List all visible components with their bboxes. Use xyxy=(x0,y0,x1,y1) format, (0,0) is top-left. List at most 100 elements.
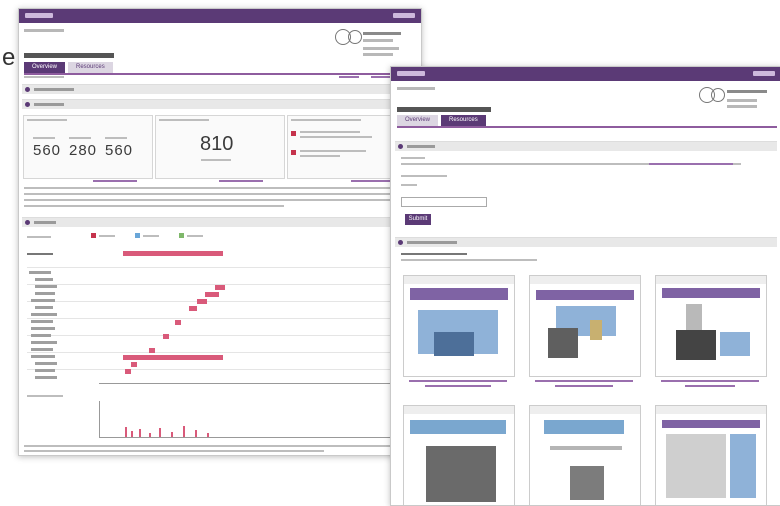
section-label xyxy=(34,103,64,106)
page-title xyxy=(397,107,491,112)
user-line-1 xyxy=(363,47,399,50)
submit-button[interactable]: Submit xyxy=(405,214,431,225)
stat-label-2 xyxy=(69,137,91,139)
organization-seal-icon-2 xyxy=(711,88,725,102)
nav-brand[interactable] xyxy=(397,71,425,76)
grid-line xyxy=(27,369,417,370)
row-label xyxy=(35,292,55,295)
resource-link[interactable] xyxy=(409,380,507,382)
request-input[interactable] xyxy=(401,197,487,207)
resource-card[interactable] xyxy=(403,275,515,377)
card-image xyxy=(570,466,604,500)
row-label xyxy=(31,327,55,330)
section-label xyxy=(407,241,457,244)
tab-resources[interactable]: Resources xyxy=(441,115,486,126)
card-banner xyxy=(410,420,506,434)
card-header xyxy=(530,276,640,284)
row-label xyxy=(35,362,57,365)
total-value: 810 xyxy=(200,133,234,155)
tab-resources[interactable]: Resources xyxy=(68,62,113,73)
contact-heading xyxy=(401,157,425,159)
card-image xyxy=(590,320,602,340)
grid-line xyxy=(27,301,417,302)
card-title xyxy=(27,119,67,121)
card-image xyxy=(548,328,578,358)
section-header-summary[interactable] xyxy=(22,99,418,109)
breadcrumb[interactable] xyxy=(24,29,64,32)
chart-axis-y xyxy=(99,401,100,437)
heatmap-cell xyxy=(149,348,155,353)
legend-label xyxy=(187,235,203,237)
resource-link[interactable] xyxy=(685,385,735,387)
resources-subtext xyxy=(401,259,537,261)
org-name xyxy=(363,32,401,35)
resource-link[interactable] xyxy=(425,385,491,387)
section-header-resources[interactable] xyxy=(395,237,777,247)
user-line-1 xyxy=(727,99,757,102)
footer-text xyxy=(24,445,414,447)
form-label xyxy=(401,175,447,177)
heatmap-all-label xyxy=(27,253,53,255)
row-label xyxy=(31,334,51,337)
heatmap-cell xyxy=(163,334,169,339)
nav-user-link[interactable] xyxy=(393,13,415,18)
user-line-2 xyxy=(363,53,393,56)
contact-link[interactable] xyxy=(649,163,733,165)
card-image xyxy=(666,434,726,498)
section-header-contact[interactable] xyxy=(395,141,777,151)
tab-underline xyxy=(24,73,419,75)
nav-user-link[interactable] xyxy=(753,71,775,76)
organization-seal-icon-2 xyxy=(348,30,362,44)
row-label xyxy=(31,299,55,302)
activity-bar xyxy=(139,429,141,437)
resource-link[interactable] xyxy=(661,380,759,382)
card-image xyxy=(434,332,474,356)
breadcrumb[interactable] xyxy=(397,87,435,90)
section-header-activity[interactable] xyxy=(22,217,418,227)
card-link-3[interactable] xyxy=(351,180,395,182)
row-label xyxy=(35,369,55,372)
resource-link[interactable] xyxy=(535,380,633,382)
resources-window: Overview Resources Submit xyxy=(390,66,780,506)
filter-link-1[interactable] xyxy=(339,76,359,78)
nav-brand[interactable] xyxy=(25,13,53,18)
card-header xyxy=(404,406,514,414)
grid-line xyxy=(27,352,417,353)
alert-text xyxy=(300,131,360,133)
card-banner xyxy=(544,420,624,434)
card-title xyxy=(159,119,209,121)
resource-card[interactable] xyxy=(529,405,641,505)
section-header-filters[interactable] xyxy=(22,84,418,94)
resource-card[interactable] xyxy=(655,275,767,377)
legend-title xyxy=(27,236,51,238)
resource-card[interactable] xyxy=(655,405,767,505)
description-line xyxy=(24,193,404,195)
description-line xyxy=(24,187,414,189)
activity-bar xyxy=(125,427,127,437)
card-link-2[interactable] xyxy=(219,180,263,182)
card-image xyxy=(426,446,496,502)
tab-overview[interactable]: Overview xyxy=(24,62,66,73)
alert-text xyxy=(300,155,340,157)
card-header xyxy=(530,406,640,414)
heatmap-all-row xyxy=(123,251,223,256)
date-line xyxy=(24,76,64,78)
stat-label-3 xyxy=(105,137,127,139)
heatmap-cell xyxy=(125,369,131,374)
activity-bar xyxy=(171,432,173,437)
description-line xyxy=(24,199,412,201)
tab-underline xyxy=(397,126,777,128)
activity-bar xyxy=(131,431,133,437)
tab-bar: Overview Resources xyxy=(24,62,113,73)
total-caption xyxy=(201,159,231,161)
resource-card[interactable] xyxy=(403,405,515,505)
collapse-icon xyxy=(25,220,30,225)
timeline-axis xyxy=(99,383,415,384)
card-banner xyxy=(536,290,634,300)
resource-link[interactable] xyxy=(555,385,613,387)
resource-card[interactable] xyxy=(529,275,641,377)
top-navigation-bar xyxy=(391,67,780,81)
card-link-1[interactable] xyxy=(93,180,137,182)
stat-value-3: 560 xyxy=(105,142,134,159)
tab-overview[interactable]: Overview xyxy=(397,115,439,126)
